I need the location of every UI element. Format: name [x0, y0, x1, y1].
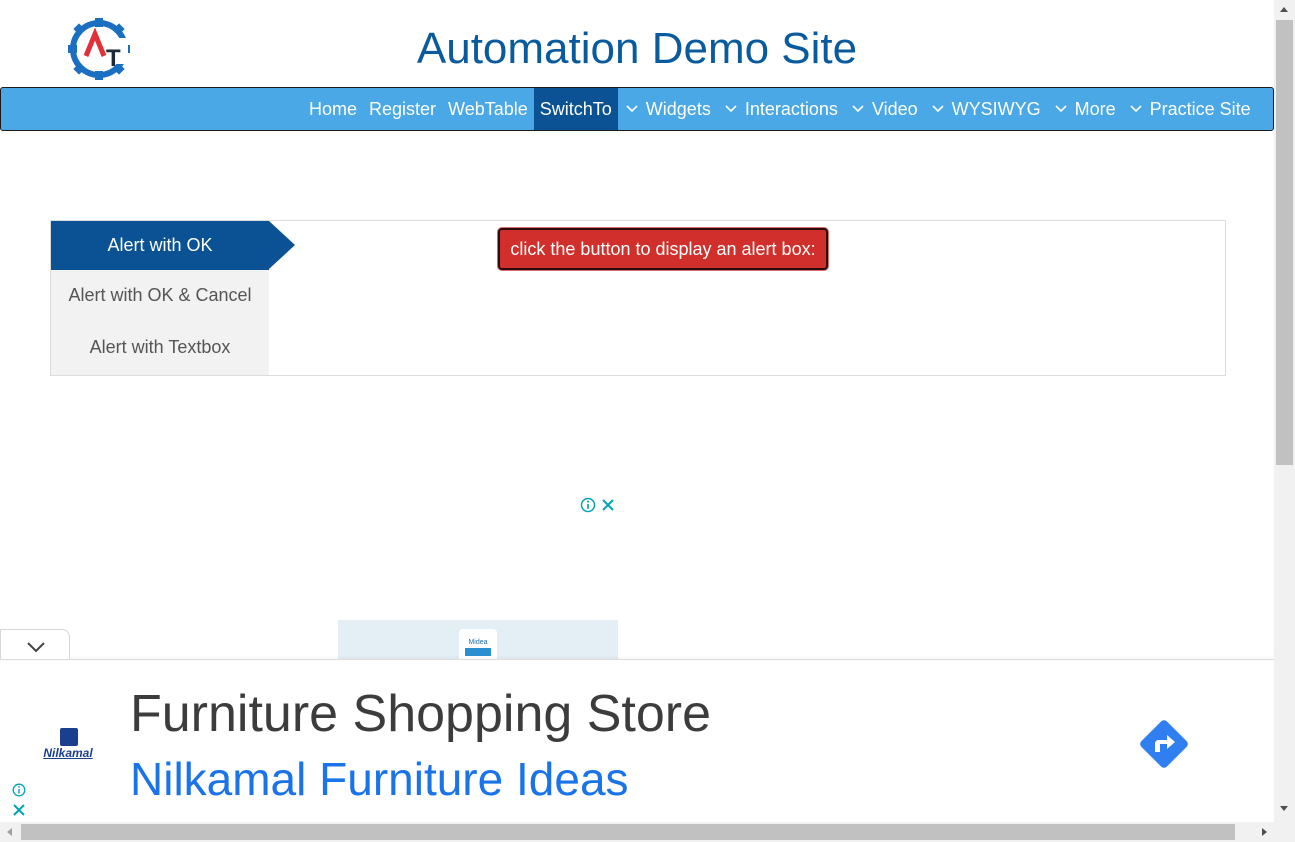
- nav-item-switchto[interactable]: SwitchTo: [533, 88, 618, 130]
- chevron-down-icon[interactable]: [723, 88, 739, 130]
- chevron-down-icon: [27, 642, 45, 653]
- vertical-scroll-thumb[interactable]: [1276, 20, 1293, 465]
- ad-subline[interactable]: Nilkamal Furniture Ideas: [130, 752, 629, 806]
- nav-item-label: Home: [309, 99, 358, 119]
- alerts-panel: Alert with OK Alert with OK & Cancel Ale…: [50, 220, 1226, 376]
- display-alert-button[interactable]: click the button to display an alert box…: [498, 228, 828, 270]
- horizontal-scrollbar[interactable]: [0, 822, 1274, 842]
- nav-item-home[interactable]: Home: [303, 88, 363, 130]
- nav-item-label: More: [1074, 99, 1116, 119]
- ad-close-icon[interactable]: [600, 496, 616, 514]
- ad-banner[interactable]: Nilkamal Furniture Shopping Store Nilkam…: [10, 668, 1265, 820]
- nav-item-more[interactable]: More: [1069, 88, 1122, 130]
- tab-alert-ok-cancel[interactable]: Alert with OK & Cancel: [51, 270, 269, 320]
- nav-item-webtable[interactable]: WebTable: [442, 88, 534, 130]
- nav-item-register[interactable]: Register: [363, 88, 442, 130]
- scroll-left-icon[interactable]: [7, 828, 12, 836]
- collapse-ad-button[interactable]: [0, 629, 70, 659]
- nav-item-label: Widgets: [645, 99, 711, 119]
- horizontal-scroll-thumb[interactable]: [21, 824, 1235, 840]
- tab-alert-textbox[interactable]: Alert with Textbox: [51, 322, 269, 372]
- chevron-down-icon[interactable]: [1128, 88, 1144, 130]
- nav-item-practice-site[interactable]: Practice Site: [1144, 88, 1257, 130]
- vertical-scrollbar[interactable]: [1274, 0, 1295, 822]
- ad-info-icon[interactable]: [580, 496, 596, 514]
- ad-controls: [580, 496, 616, 516]
- nav-item-label: Interactions: [744, 99, 838, 119]
- chevron-down-icon[interactable]: [930, 88, 946, 130]
- ad-info-icon-small[interactable]: [12, 783, 26, 797]
- chevron-down-icon[interactable]: [850, 88, 866, 130]
- nav-item-video[interactable]: Video: [866, 88, 924, 130]
- midea-logo: Midea: [459, 629, 497, 660]
- ad-close-icon-small[interactable]: [12, 803, 26, 817]
- chevron-down-icon[interactable]: [1053, 88, 1069, 130]
- nav-item-label: Register: [369, 99, 437, 119]
- site-header: T Automation Demo Site: [0, 0, 1274, 88]
- page-title: Automation Demo Site: [416, 24, 858, 73]
- nav-item-wysiwyg[interactable]: WYSIWYG: [946, 88, 1047, 130]
- nav-item-label: Practice Site: [1149, 99, 1251, 119]
- scroll-right-icon[interactable]: [1262, 828, 1267, 836]
- nav-item-label: SwitchTo: [539, 99, 612, 119]
- main-nav: Home Register WebTable SwitchTo Widgets Inter…: [0, 87, 1274, 131]
- nav-item-label: WebTable: [448, 99, 528, 119]
- alert-tabs: Alert with OK Alert with OK & Cancel Ale…: [51, 221, 295, 375]
- nav-item-label: WYSIWYG: [951, 99, 1041, 119]
- scroll-up-icon[interactable]: [1280, 7, 1288, 12]
- scroll-down-icon[interactable]: [1280, 806, 1288, 811]
- ad-image[interactable]: Midea: [338, 620, 618, 660]
- banner-divider: [0, 659, 1274, 660]
- directions-arrow-icon[interactable]: [1134, 714, 1194, 774]
- chevron-down-icon[interactable]: [624, 88, 640, 130]
- nav-item-interactions[interactable]: Interactions: [739, 88, 844, 130]
- nav-item-label: Video: [871, 99, 918, 119]
- nav-item-widgets[interactable]: Widgets: [640, 88, 717, 130]
- nilkamal-logo: Nilkamal: [38, 728, 98, 762]
- tab-alert-ok[interactable]: Alert with OK: [51, 221, 295, 270]
- scrollbar-corner: [1274, 822, 1295, 842]
- ad-headline[interactable]: Furniture Shopping Store: [130, 684, 711, 744]
